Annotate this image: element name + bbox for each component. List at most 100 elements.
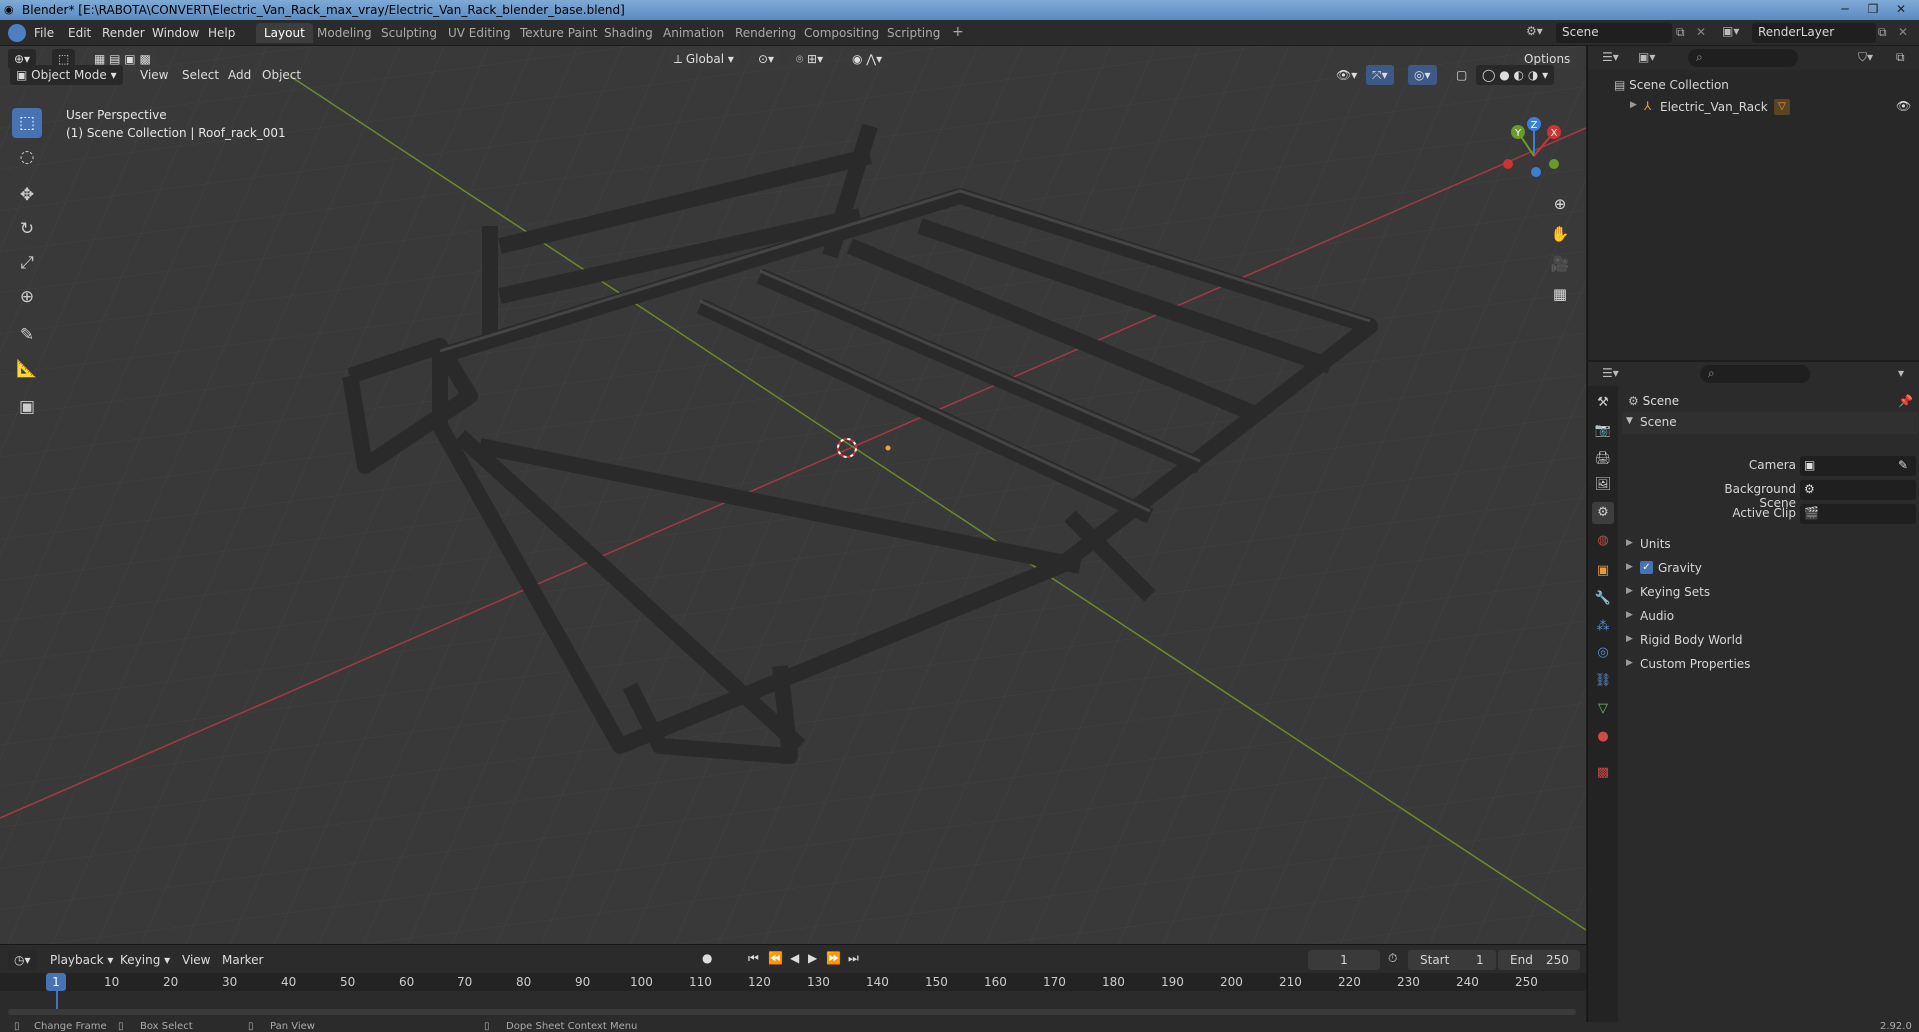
panel-units[interactable]: ▶ Units bbox=[1622, 534, 1918, 556]
blender-icon[interactable] bbox=[8, 24, 26, 42]
prev-keyframe-icon[interactable]: ⏪ bbox=[768, 951, 783, 965]
end-frame-field[interactable]: End 250 bbox=[1498, 950, 1580, 970]
visibility-icon[interactable]: 👁▾ bbox=[1330, 65, 1363, 85]
current-frame-field[interactable]: 1 bbox=[1308, 950, 1380, 970]
material-tab-icon[interactable]: ● bbox=[1592, 726, 1614, 748]
camera-view-icon[interactable]: 🎥 bbox=[1548, 252, 1572, 276]
object-data-icon[interactable]: ▽ bbox=[1774, 99, 1790, 115]
scene-browse-icon[interactable]: ⚙▾ bbox=[1526, 24, 1554, 42]
renderlayer-name-field[interactable]: RenderLayer bbox=[1752, 23, 1876, 43]
start-frame-field[interactable]: Start 1 bbox=[1408, 950, 1496, 970]
tab-scripting[interactable]: Scripting bbox=[879, 23, 948, 43]
menu-object[interactable]: Object bbox=[256, 65, 307, 85]
scene-section-header[interactable]: ▼ Scene bbox=[1622, 412, 1918, 434]
pan-hand-icon[interactable]: ✋ bbox=[1548, 222, 1572, 246]
output-tab-icon[interactable]: 🖨 bbox=[1592, 448, 1614, 470]
texture-tab-icon[interactable]: ▩ bbox=[1592, 762, 1614, 784]
select-box-tool-icon[interactable]: ⬚ bbox=[12, 108, 42, 138]
outliner-search-input[interactable]: ⌕ bbox=[1688, 49, 1798, 67]
menu-render[interactable]: Render bbox=[102, 26, 145, 40]
menu-add[interactable]: Add bbox=[222, 65, 257, 85]
outliner-item[interactable]: ▶ ⅄ Electric_Van_Rack ▽ 👁 bbox=[1596, 98, 1916, 118]
tab-uv-editing[interactable]: UV Editing bbox=[440, 23, 519, 43]
view-layer-tab-icon[interactable]: 🖼 bbox=[1592, 474, 1614, 496]
mode-dropdown[interactable]: ▣ Object Mode ▾ bbox=[10, 65, 123, 85]
jump-end-icon[interactable]: ⏭ bbox=[848, 951, 859, 966]
record-icon[interactable]: ● bbox=[702, 951, 712, 965]
annotate-tool-icon[interactable]: ✎ bbox=[12, 320, 42, 350]
panel-gravity[interactable]: ▶ ✓ Gravity bbox=[1622, 558, 1918, 580]
filter-icon[interactable]: ⛉▾ bbox=[1858, 50, 1873, 65]
panel-keying-sets[interactable]: ▶ Keying Sets bbox=[1622, 582, 1918, 604]
render-tab-icon[interactable]: 📷 bbox=[1592, 420, 1614, 442]
menu-keying[interactable]: Keying ▾ bbox=[114, 950, 176, 970]
renderlayer-browse-icon[interactable]: ▣▾ bbox=[1722, 24, 1739, 38]
jump-start-icon[interactable]: ⏮ bbox=[748, 951, 759, 966]
renderlayer-new-icon[interactable]: ⧉ bbox=[1878, 25, 1887, 40]
new-collection-icon[interactable]: ⧉ bbox=[1896, 50, 1905, 65]
play-icon[interactable]: ▶ bbox=[808, 951, 817, 965]
timeline-editor-type-icon[interactable]: ◷▾ bbox=[8, 950, 37, 970]
tab-sculpting[interactable]: Sculpting bbox=[373, 23, 445, 43]
eye-visibility-icon[interactable]: 👁 bbox=[1896, 99, 1911, 113]
cursor-tool-icon[interactable]: ◌ bbox=[12, 142, 42, 172]
zoom-icon[interactable]: ⊕ bbox=[1548, 192, 1572, 216]
close-icon[interactable]: ✕ bbox=[1888, 2, 1914, 18]
panel-custom-properties[interactable]: ▶ Custom Properties bbox=[1622, 654, 1918, 676]
outliner-editor-type-icon[interactable]: ☰▾ bbox=[1602, 50, 1619, 64]
next-keyframe-icon[interactable]: ⏩ bbox=[826, 951, 841, 965]
tab-animation[interactable]: Animation bbox=[655, 23, 732, 43]
navigation-gizmo[interactable]: Z X Y bbox=[1488, 112, 1568, 192]
menu-file[interactable]: File bbox=[34, 26, 54, 40]
properties-editor-type-icon[interactable]: ☰▾ bbox=[1602, 366, 1619, 380]
menu-edit[interactable]: Edit bbox=[68, 26, 91, 40]
shading-modes-icon[interactable]: ◯ ● ◐ ◑ ▾ bbox=[1476, 65, 1555, 85]
measure-tool-icon[interactable]: 📐 bbox=[12, 354, 42, 384]
menu-select[interactable]: Select bbox=[176, 65, 225, 85]
tab-texture-paint[interactable]: Texture Paint bbox=[512, 23, 605, 43]
gizmo-toggle-icon[interactable]: ⤧▾ bbox=[1366, 65, 1394, 85]
scene-tab-icon[interactable]: ⚙ bbox=[1592, 502, 1614, 524]
scene-remove-icon[interactable]: ✕ bbox=[1696, 25, 1706, 39]
data-tab-icon[interactable]: ▽ bbox=[1592, 698, 1614, 720]
object-tab-icon[interactable]: ▣ bbox=[1592, 560, 1614, 582]
eyedropper-icon[interactable]: ✎ bbox=[1898, 458, 1908, 472]
scene-collection-row[interactable]: ▤ Scene Collection bbox=[1614, 78, 1729, 96]
pin-icon[interactable]: 📌 bbox=[1898, 394, 1913, 408]
gravity-checkbox[interactable]: ✓ bbox=[1640, 561, 1653, 574]
tab-compositing[interactable]: Compositing bbox=[796, 23, 887, 43]
stopwatch-icon[interactable]: ⏱ bbox=[1388, 951, 1397, 966]
viewport-scene[interactable] bbox=[0, 46, 1586, 944]
background-scene-field[interactable]: ⚙ bbox=[1800, 480, 1916, 500]
menu-playback[interactable]: Playback ▾ bbox=[44, 950, 119, 970]
menu-help[interactable]: Help bbox=[208, 26, 235, 40]
modifier-tab-icon[interactable]: 🔧 bbox=[1592, 588, 1614, 610]
particles-tab-icon[interactable]: ⁂ bbox=[1592, 616, 1614, 638]
timeline-scrollbar[interactable] bbox=[8, 1009, 1576, 1015]
scene-new-icon[interactable]: ⧉ bbox=[1676, 25, 1685, 40]
constraints-tab-icon[interactable]: ⛓ bbox=[1592, 670, 1614, 692]
properties-options-icon[interactable]: ▾ bbox=[1898, 366, 1904, 380]
active-clip-field[interactable]: 🎬 bbox=[1800, 504, 1916, 524]
maximize-icon[interactable]: ❐ bbox=[1860, 2, 1886, 18]
camera-field[interactable]: ▣ ✎ bbox=[1800, 456, 1916, 476]
add-cube-tool-icon[interactable]: ▣ bbox=[12, 392, 42, 422]
display-mode-icon[interactable]: ▣▾ bbox=[1638, 50, 1655, 64]
properties-search-input[interactable]: ⌕ bbox=[1700, 365, 1810, 383]
scene-name-field[interactable]: Scene bbox=[1556, 23, 1672, 43]
menu-marker[interactable]: Marker bbox=[216, 950, 269, 970]
tool-tab-icon[interactable]: ⚒ bbox=[1592, 392, 1614, 414]
transform-tool-icon[interactable]: ⊕ bbox=[12, 282, 42, 312]
ortho-grid-icon[interactable]: ▦ bbox=[1548, 282, 1572, 306]
overlay-toggle-icon[interactable]: ◎▾ bbox=[1408, 65, 1437, 85]
world-tab-icon[interactable]: ◍ bbox=[1592, 530, 1614, 552]
physics-tab-icon[interactable]: ◎ bbox=[1592, 642, 1614, 664]
panel-audio[interactable]: ▶ Audio bbox=[1622, 606, 1918, 628]
tab-layout[interactable]: Layout bbox=[256, 23, 313, 43]
menu-view-timeline[interactable]: View bbox=[176, 950, 216, 970]
expand-icon[interactable]: ▶ bbox=[1630, 100, 1637, 110]
tab-shading[interactable]: Shading bbox=[596, 23, 661, 43]
xray-icon[interactable]: ▢ bbox=[1450, 65, 1473, 85]
renderlayer-remove-icon[interactable]: ✕ bbox=[1898, 25, 1908, 39]
menu-view[interactable]: View bbox=[134, 65, 174, 85]
